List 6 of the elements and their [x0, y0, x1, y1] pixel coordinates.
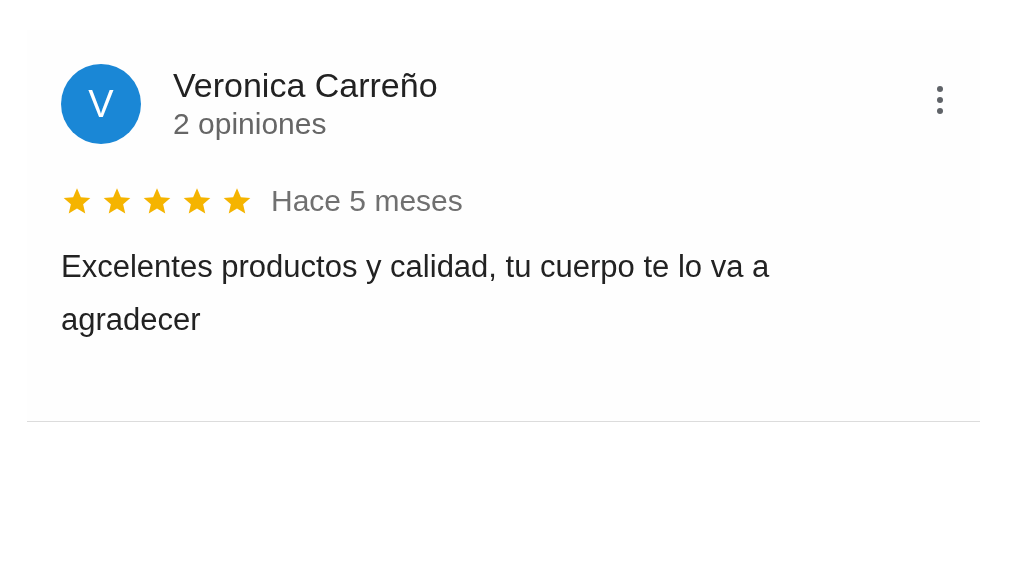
more-icon[interactable]: [936, 85, 944, 115]
avatar: V: [61, 64, 141, 144]
review-time: Hace 5 meses: [271, 184, 463, 218]
author-name: Veronica Carreño: [173, 65, 439, 105]
review-text: Excelentes productos y calidad, tu cuerpo te lo va a agradecer: [61, 248, 771, 339]
author-review-count: 2 opiniones: [173, 106, 328, 142]
